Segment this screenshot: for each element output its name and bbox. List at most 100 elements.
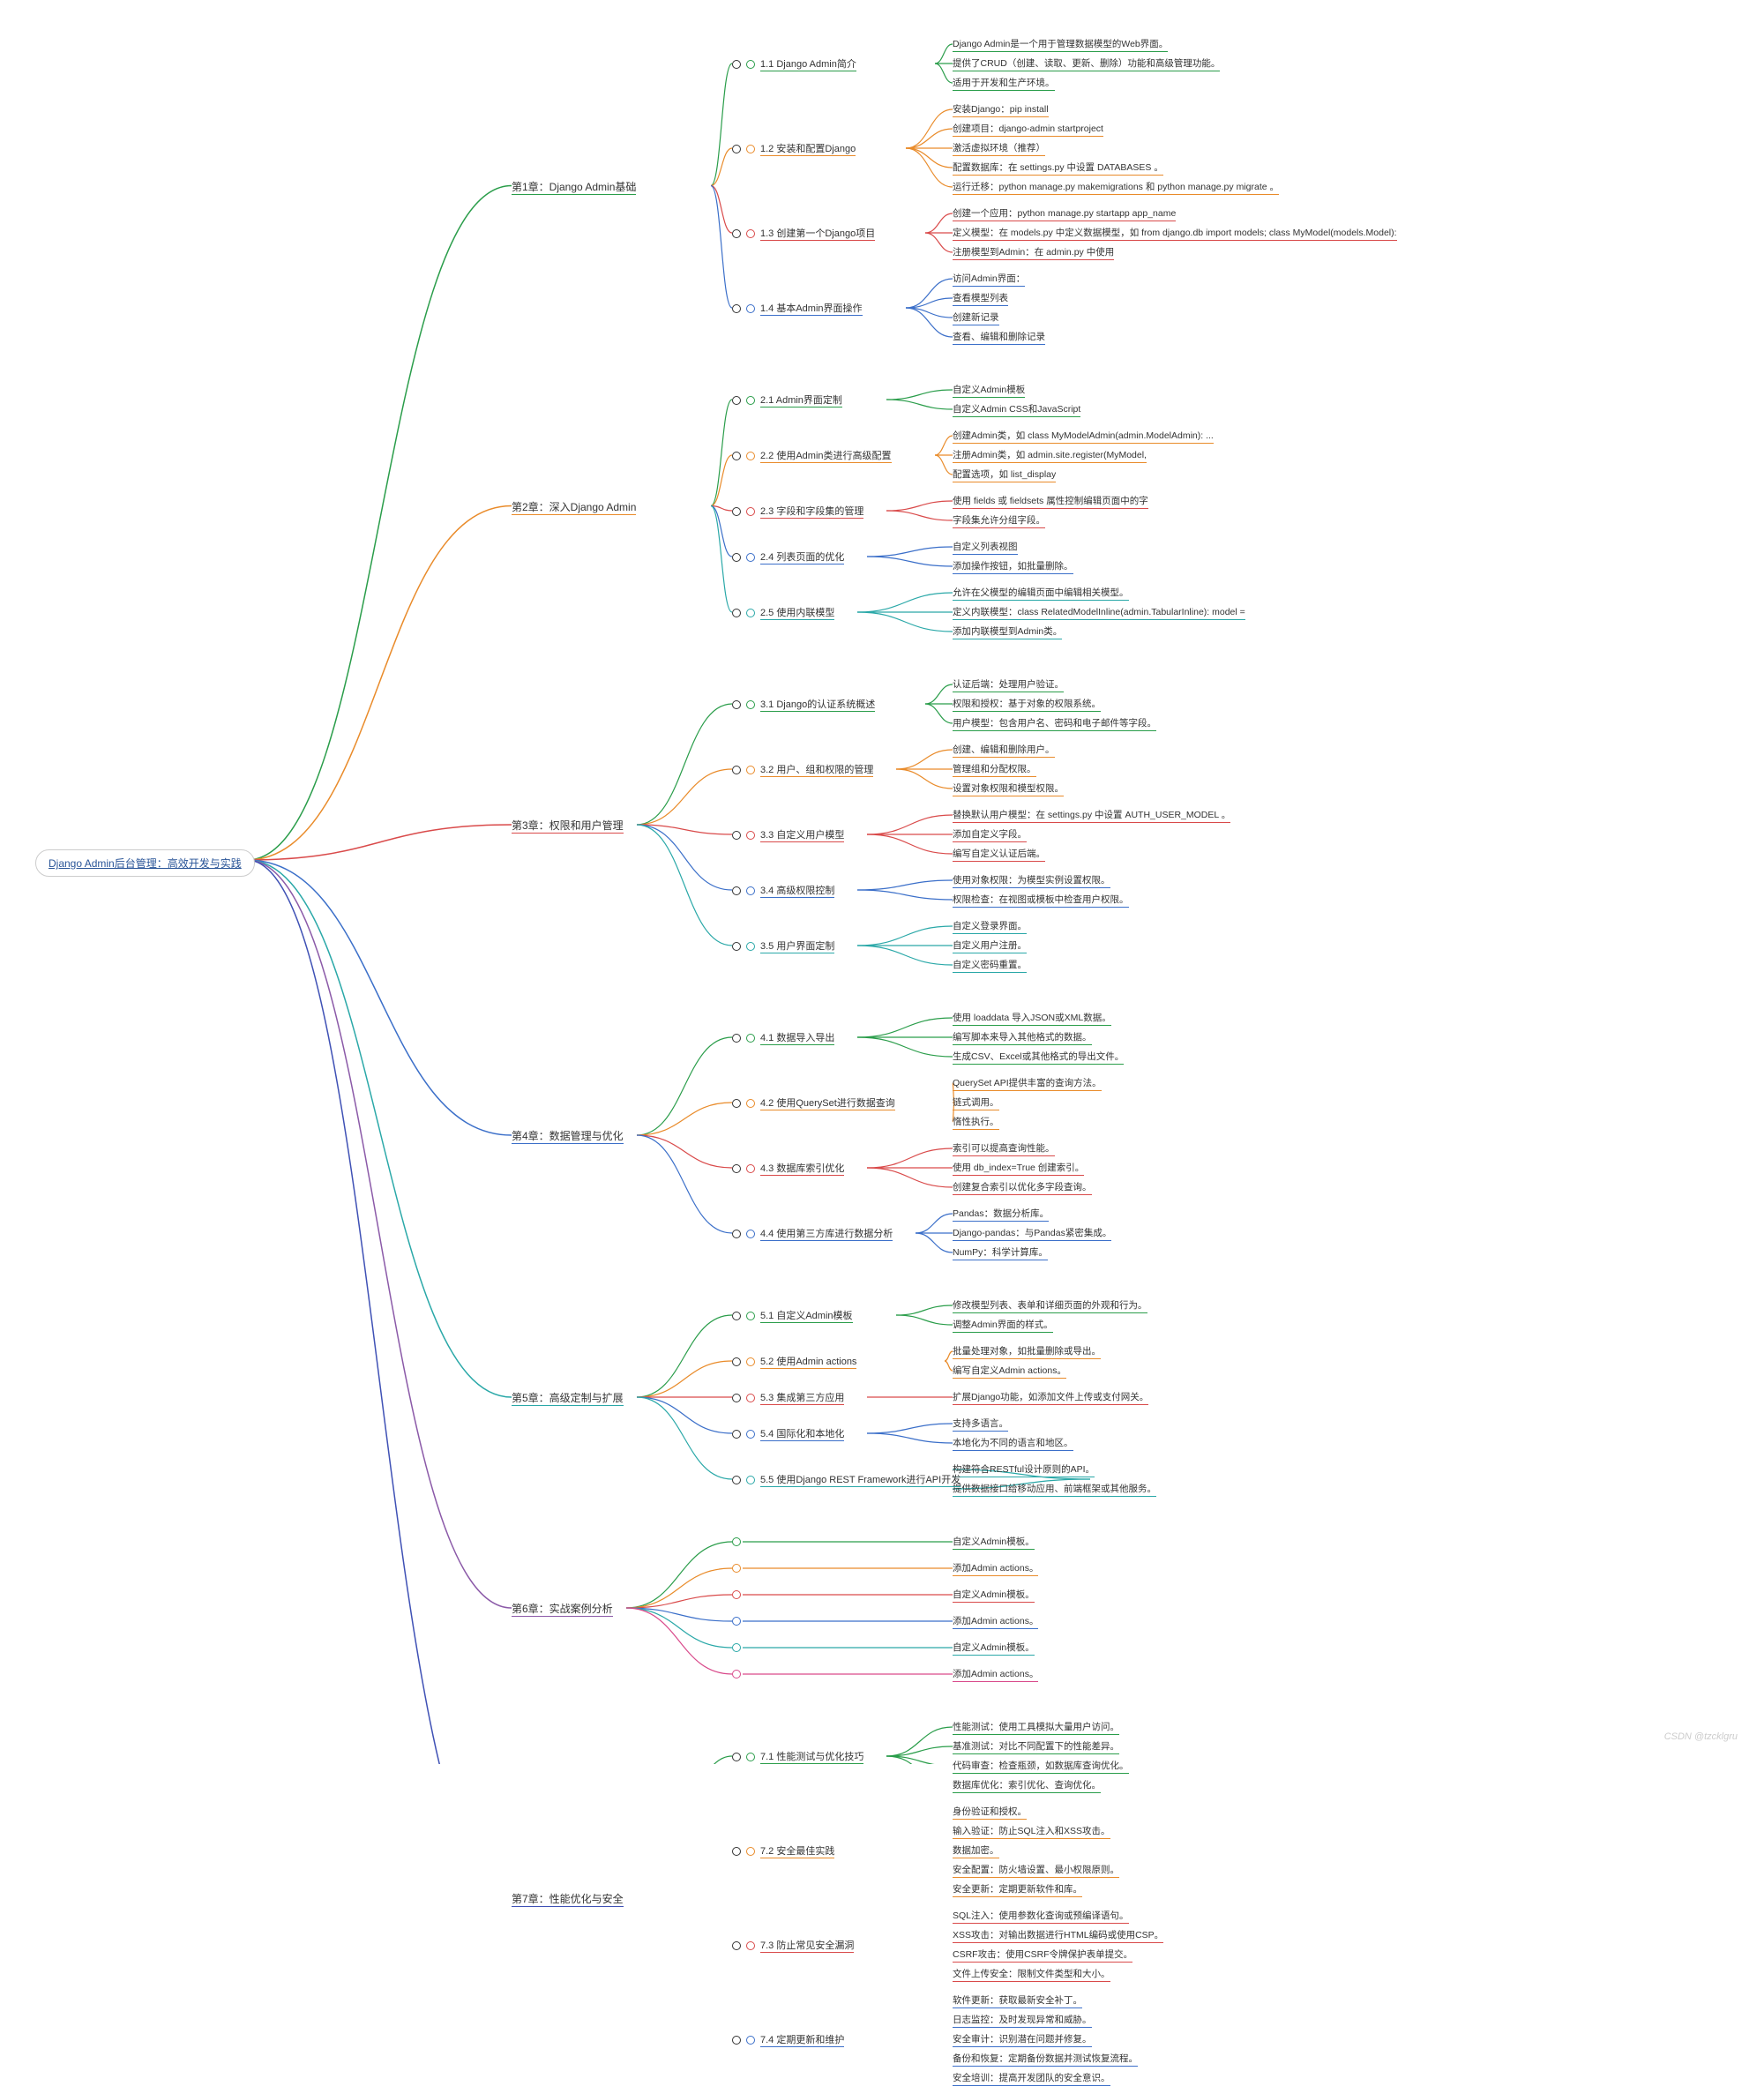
leaf-node: 安全培训：提高开发团队的安全意识。 — [953, 2071, 1110, 2086]
section-node[interactable]: 4.4 使用第三方库进行数据分析 — [732, 1226, 893, 1240]
leaf-node: 配置选项，如 list_display — [953, 467, 1056, 482]
leaf-node: 编写脚本来导入其他格式的数据。 — [953, 1030, 1092, 1045]
leaf-node: 安装Django：pip install — [953, 102, 1049, 117]
leaf-node: 权限检查：在视图或模板中检查用户权限。 — [953, 893, 1129, 908]
leaf-node: 基准测试：对比不同配置下的性能差异。 — [953, 1739, 1119, 1754]
leaf-node: 创建复合索引以优化多字段查询。 — [953, 1180, 1092, 1195]
leaf-node: 支持多语言。 — [953, 1417, 1008, 1432]
leaf-node: SQL注入：使用参数化查询或预编译语句。 — [953, 1909, 1129, 1924]
leaf-node: 自定义密码重置。 — [953, 958, 1027, 973]
leaf-node: 配置数据库：在 settings.py 中设置 DATABASES 。 — [953, 161, 1163, 176]
chapter-node[interactable]: 第4章：数据管理与优化 — [512, 1128, 624, 1143]
leaf-node: Django Admin是一个用于管理数据模型的Web界面。 — [953, 37, 1168, 52]
leaf-node: 权限和授权：基于对象的权限系统。 — [953, 697, 1101, 712]
section-node[interactable]: 5.4 国际化和本地化 — [732, 1426, 844, 1440]
leaf-node: 自定义Admin模板。 — [953, 1535, 1035, 1550]
leaf-node: 软件更新：获取最新安全补丁。 — [953, 1993, 1082, 2008]
leaf-node: 允许在父模型的编辑页面中编辑相关模型。 — [953, 586, 1129, 601]
leaf-node: 安全配置：防火墙设置、最小权限原则。 — [953, 1863, 1119, 1878]
section-node[interactable]: 2.2 使用Admin类进行高级配置 — [732, 448, 892, 462]
section-node[interactable]: 7.4 定期更新和维护 — [732, 2032, 844, 2046]
leaf-node: 自定义用户注册。 — [953, 938, 1027, 953]
section-node[interactable]: 2.5 使用内联模型 — [732, 605, 834, 619]
leaf-node: 适用于开发和生产环境。 — [953, 76, 1055, 91]
leaf-node: 添加Admin actions。 — [953, 1667, 1038, 1682]
section-node-empty — [732, 1590, 741, 1599]
leaf-node: 备份和恢复：定期备份数据并测试恢复流程。 — [953, 2052, 1138, 2067]
section-node-empty — [732, 1643, 741, 1652]
section-node[interactable]: 5.3 集成第三方应用 — [732, 1390, 844, 1404]
chapter-node[interactable]: 第1章：Django Admin基础 — [512, 179, 636, 194]
leaf-node: QuerySet API提供丰富的查询方法。 — [953, 1076, 1102, 1091]
section-node[interactable]: 4.2 使用QuerySet进行数据查询 — [732, 1095, 895, 1110]
leaf-node: 添加Admin actions。 — [953, 1614, 1038, 1629]
leaf-node: NumPy：科学计算库。 — [953, 1245, 1048, 1260]
leaf-node: 惰性执行。 — [953, 1115, 999, 1130]
chapter-node[interactable]: 第3章：权限和用户管理 — [512, 818, 624, 833]
section-node[interactable]: 1.1 Django Admin简介 — [732, 56, 856, 71]
leaf-node: 批量处理对象，如批量删除或导出。 — [953, 1344, 1101, 1359]
leaf-node: 创建Admin类，如 class MyModelAdmin(admin.Mode… — [953, 429, 1214, 444]
section-node[interactable]: 7.3 防止常见安全漏洞 — [732, 1938, 854, 1952]
section-node[interactable]: 1.2 安装和配置Django — [732, 141, 856, 155]
leaf-node: 创建新记录 — [953, 310, 999, 325]
leaf-node: 文件上传安全：限制文件类型和大小。 — [953, 1967, 1110, 1982]
leaf-node: 注册模型到Admin：在 admin.py 中使用 — [953, 245, 1114, 260]
leaf-node: 编写自定义Admin actions。 — [953, 1364, 1066, 1379]
leaf-node: 本地化为不同的语言和地区。 — [953, 1436, 1073, 1451]
section-node[interactable]: 4.1 数据导入导出 — [732, 1030, 834, 1044]
leaf-node: 数据库优化：索引优化、查询优化。 — [953, 1778, 1101, 1793]
chapter-node[interactable]: 第2章：深入Django Admin — [512, 499, 636, 514]
leaf-node: 扩展Django功能，如添加文件上传或支付网关。 — [953, 1390, 1148, 1405]
section-node[interactable]: 5.2 使用Admin actions — [732, 1354, 856, 1368]
leaf-node: 激活虚拟环境（推荐） — [953, 141, 1045, 156]
leaf-node: 设置对象权限和模型权限。 — [953, 781, 1064, 796]
leaf-node: 用户模型：包含用户名、密码和电子邮件等字段。 — [953, 716, 1156, 731]
leaf-node: 使用 db_index=True 创建索引。 — [953, 1161, 1084, 1176]
section-node[interactable]: 3.3 自定义用户模型 — [732, 827, 844, 841]
section-node-empty — [732, 1537, 741, 1546]
section-node[interactable]: 2.1 Admin界面定制 — [732, 393, 842, 407]
section-node[interactable]: 1.4 基本Admin界面操作 — [732, 301, 863, 315]
leaf-node: CSRF攻击：使用CSRF令牌保护表单提交。 — [953, 1948, 1132, 1963]
leaf-node: 编写自定义认证后端。 — [953, 847, 1045, 862]
section-node[interactable]: 3.4 高级权限控制 — [732, 883, 834, 897]
chapter-node[interactable]: 第6章：实战案例分析 — [512, 1601, 613, 1616]
leaf-node: 创建、编辑和删除用户。 — [953, 743, 1055, 758]
chapter-node[interactable]: 第7章：性能优化与安全 — [512, 1891, 624, 1906]
leaf-node: 使用 fields 或 fieldsets 属性控制编辑页面中的字 — [953, 494, 1148, 509]
leaf-node: 性能测试：使用工具模拟大量用户访问。 — [953, 1720, 1119, 1735]
root-node[interactable]: Django Admin后台管理：高效开发与实践 — [35, 849, 255, 877]
leaf-node: 链式调用。 — [953, 1095, 999, 1110]
section-node[interactable]: 2.4 列表页面的优化 — [732, 550, 844, 564]
section-node[interactable]: 2.3 字段和字段集的管理 — [732, 504, 863, 518]
leaf-node: 创建一个应用：python manage.py startapp app_nam… — [953, 206, 1176, 221]
section-node[interactable]: 3.5 用户界面定制 — [732, 938, 834, 953]
leaf-node: 替换默认用户模型：在 settings.py 中设置 AUTH_USER_MOD… — [953, 808, 1230, 823]
leaf-node: 提供数据接口给移动应用、前端框架或其他服务。 — [953, 1482, 1156, 1497]
section-node[interactable]: 3.2 用户、组和权限的管理 — [732, 762, 873, 776]
leaf-node: 安全更新：定期更新软件和库。 — [953, 1882, 1082, 1897]
leaf-node: 自定义Admin CSS和JavaScript — [953, 402, 1080, 417]
leaf-node: 自定义Admin模板 — [953, 383, 1025, 398]
section-node[interactable]: 4.3 数据库索引优化 — [732, 1161, 844, 1175]
leaf-node: 使用 loaddata 导入JSON或XML数据。 — [953, 1011, 1111, 1026]
leaf-node: 定义内联模型：class RelatedModelInline(admin.Ta… — [953, 605, 1245, 620]
leaf-node: 生成CSV、Excel或其他格式的导出文件。 — [953, 1050, 1124, 1065]
section-node[interactable]: 3.1 Django的认证系统概述 — [732, 697, 875, 711]
leaf-node: 添加操作按钮，如批量删除。 — [953, 559, 1073, 574]
leaf-node: 提供了CRUD（创建、读取、更新、删除）功能和高级管理功能。 — [953, 56, 1220, 71]
section-node[interactable]: 7.1 性能测试与优化技巧 — [732, 1749, 863, 1763]
leaf-node: 调整Admin界面的样式。 — [953, 1318, 1053, 1333]
section-node[interactable]: 5.5 使用Django REST Framework进行API开发 — [732, 1472, 960, 1486]
leaf-node: 自定义Admin模板。 — [953, 1588, 1035, 1603]
connector-svg — [0, 0, 1764, 1764]
section-node[interactable]: 1.3 创建第一个Django项目 — [732, 226, 875, 240]
section-node[interactable]: 7.2 安全最佳实践 — [732, 1843, 834, 1858]
chapter-node[interactable]: 第5章：高级定制与扩展 — [512, 1390, 624, 1405]
leaf-node: 注册Admin类，如 admin.site.register(MyModel, — [953, 448, 1147, 463]
section-node[interactable]: 5.1 自定义Admin模板 — [732, 1308, 853, 1322]
leaf-node: 安全审计：识别潜在问题并修复。 — [953, 2032, 1092, 2047]
leaf-node: 查看模型列表 — [953, 291, 1008, 306]
leaf-node: 构建符合RESTful设计原则的API。 — [953, 1462, 1095, 1477]
